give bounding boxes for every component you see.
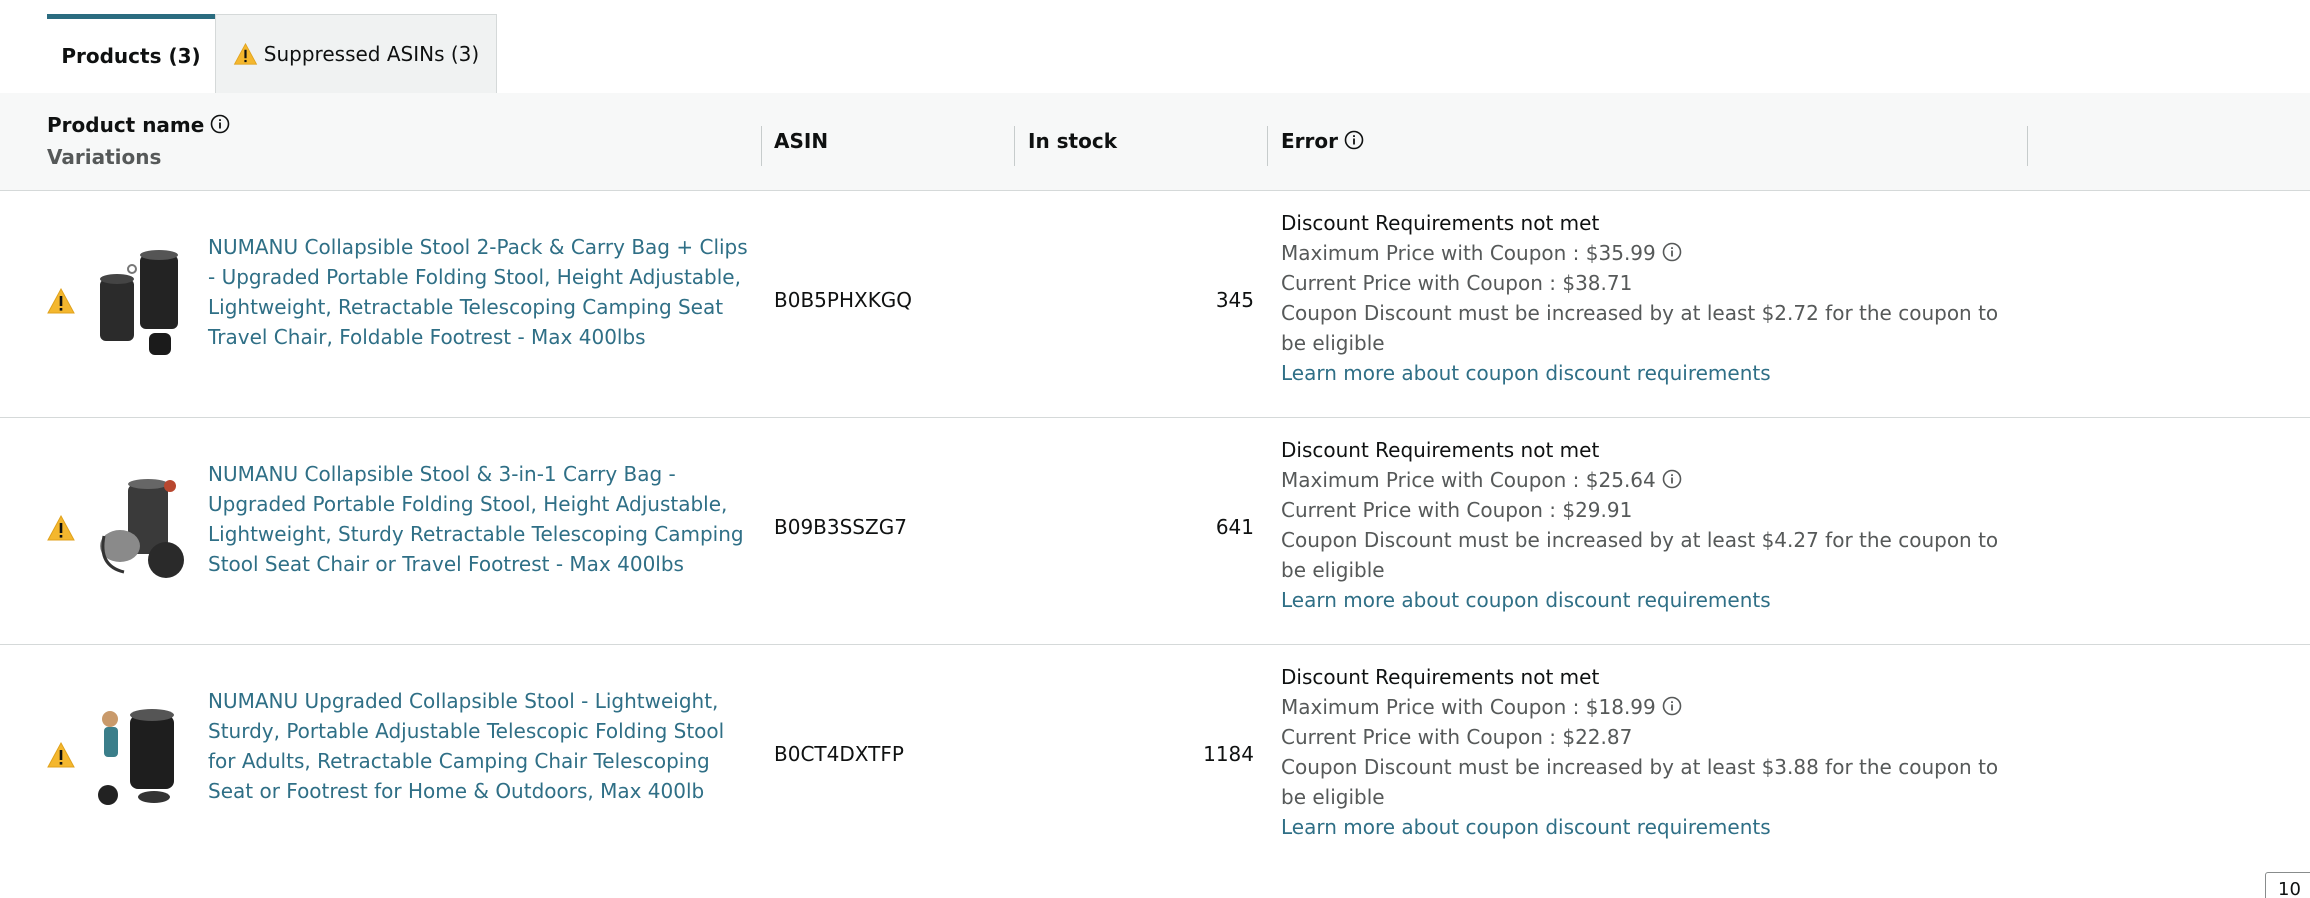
info-icon[interactable] <box>210 114 230 134</box>
tab-products-label: Products (3) <box>61 44 201 68</box>
current-price-line: Current Price with Coupon : $22.87 <box>1281 725 1633 749</box>
warning-icon <box>47 288 75 314</box>
header-product-name: Product name Variations <box>47 113 230 169</box>
product-thumbnail <box>98 709 174 805</box>
stock-value: 345 <box>1215 288 1254 312</box>
error-title: Discount Requirements not met <box>1281 211 1600 235</box>
stock-value: 1184 <box>1203 742 1254 766</box>
product-name-link[interactable]: NUMANU Upgraded Collapsible Stool - Ligh… <box>208 686 748 806</box>
error-details: Discount Requirements not met Maximum Pr… <box>1281 208 2021 388</box>
column-separator[interactable] <box>2027 126 2028 166</box>
tab-suppressed-label: Suppressed ASINs (3) <box>263 42 480 66</box>
max-price-line: Maximum Price with Coupon : $18.99 <box>1281 692 2021 722</box>
tab-products[interactable]: Products (3) <box>47 14 215 93</box>
header-in-stock: In stock <box>1028 129 1118 153</box>
error-details: Discount Requirements not met Maximum Pr… <box>1281 435 2021 615</box>
learn-more-link[interactable]: Learn more about coupon discount require… <box>1281 812 2021 842</box>
warning-icon <box>233 43 258 65</box>
header-error: Error <box>1281 129 1364 153</box>
increase-message: Coupon Discount must be increased by at … <box>1281 755 1999 809</box>
info-icon[interactable] <box>1344 130 1364 150</box>
header-variations: Variations <box>47 145 162 169</box>
product-name-link[interactable]: NUMANU Collapsible Stool & 3-in-1 Carry … <box>208 459 748 579</box>
asin-value: B0B5PHXKGQ <box>774 288 913 312</box>
learn-more-link[interactable]: Learn more about coupon discount require… <box>1281 585 2021 615</box>
max-price-line: Maximum Price with Coupon : $25.64 <box>1281 465 2021 495</box>
stock-value: 641 <box>1215 515 1254 539</box>
max-price-line: Maximum Price with Coupon : $35.99 <box>1281 238 2021 268</box>
warning-icon <box>47 515 75 541</box>
tab-bar: Products (3) Suppressed ASINs (3) <box>47 14 497 93</box>
table-row: NUMANU Upgraded Collapsible Stool - Ligh… <box>0 645 2310 872</box>
info-icon[interactable] <box>1662 696 1682 716</box>
column-separator[interactable] <box>761 126 762 166</box>
tab-suppressed-asins[interactable]: Suppressed ASINs (3) <box>215 14 497 93</box>
column-separator[interactable] <box>1014 126 1015 166</box>
column-separator[interactable] <box>1267 126 1268 166</box>
product-thumbnail <box>100 479 184 578</box>
table-row: NUMANU Collapsible Stool 2-Pack & Carry … <box>0 191 2310 418</box>
info-icon[interactable] <box>1662 242 1682 262</box>
learn-more-link[interactable]: Learn more about coupon discount require… <box>1281 358 2021 388</box>
error-details: Discount Requirements not met Maximum Pr… <box>1281 662 2021 842</box>
page-size-select[interactable]: 10 <box>2265 872 2310 898</box>
asin-value: B0CT4DXTFP <box>774 742 904 766</box>
product-thumbnail <box>100 250 178 355</box>
increase-message: Coupon Discount must be increased by at … <box>1281 528 1999 582</box>
header-asin: ASIN <box>774 129 829 153</box>
error-title: Discount Requirements not met <box>1281 665 1600 689</box>
table-header: Product name Variations ASIN In stock Er… <box>0 93 2310 191</box>
warning-icon <box>47 742 75 768</box>
product-name-link[interactable]: NUMANU Collapsible Stool 2-Pack & Carry … <box>208 232 748 352</box>
asin-value: B09B3SSZG7 <box>774 515 907 539</box>
current-price-line: Current Price with Coupon : $38.71 <box>1281 271 1633 295</box>
error-title: Discount Requirements not met <box>1281 438 1600 462</box>
info-icon[interactable] <box>1662 469 1682 489</box>
current-price-line: Current Price with Coupon : $29.91 <box>1281 498 1633 522</box>
increase-message: Coupon Discount must be increased by at … <box>1281 301 1999 355</box>
table-row: NUMANU Collapsible Stool & 3-in-1 Carry … <box>0 418 2310 645</box>
